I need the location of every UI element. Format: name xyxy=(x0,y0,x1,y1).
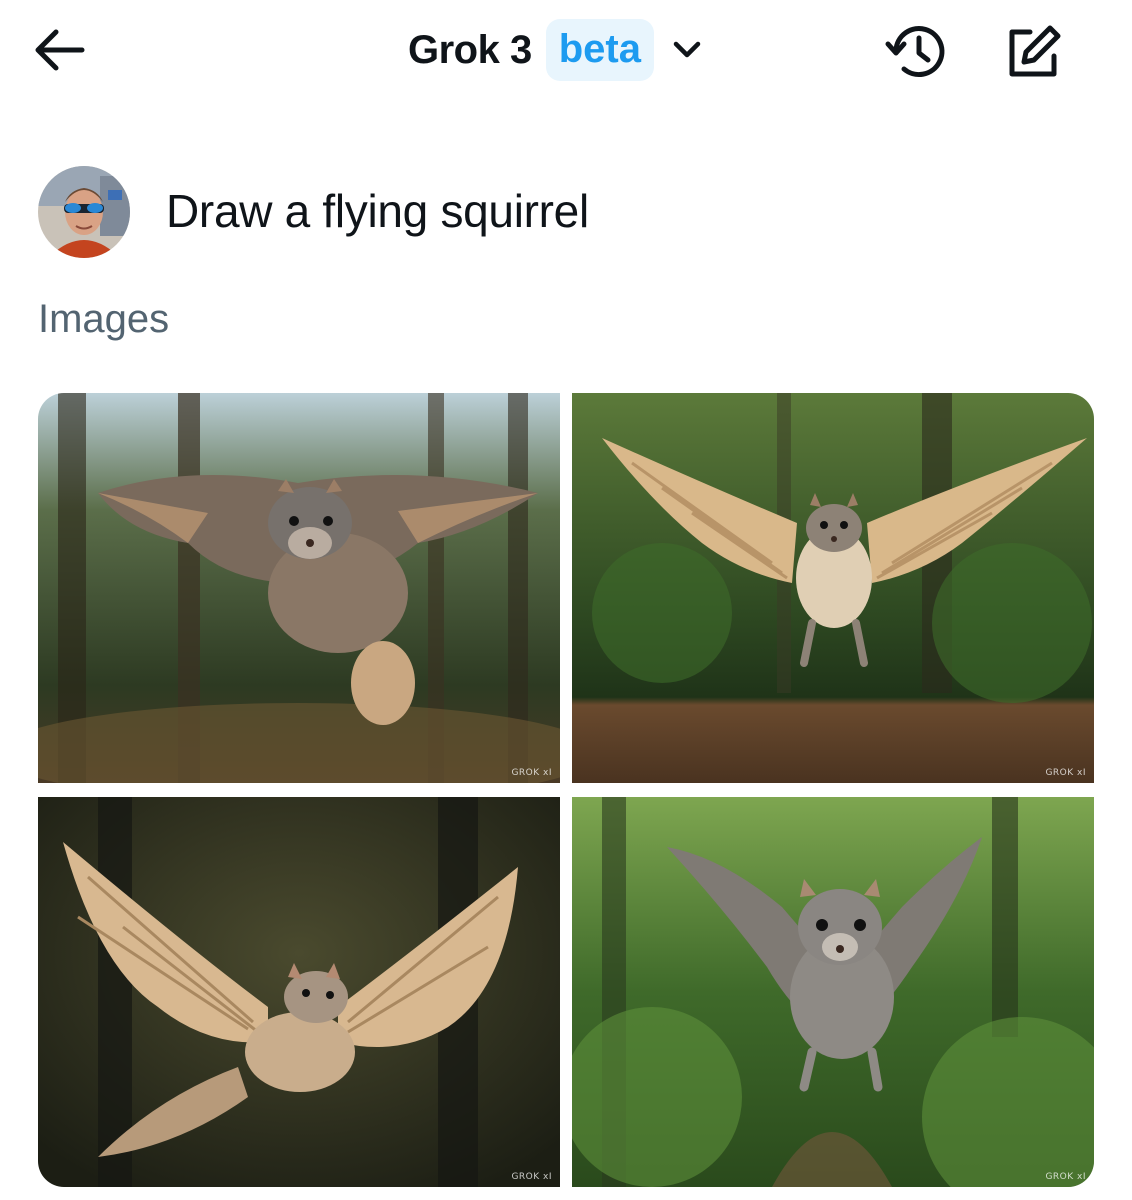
chevron-down-icon xyxy=(673,41,701,58)
images-section-label: Images xyxy=(38,297,170,341)
generated-image-3[interactable]: GROK ⅹI xyxy=(38,797,560,1187)
user-prompt: Draw a flying squirrel xyxy=(166,185,589,237)
generated-image-2[interactable]: GROK ⅹI xyxy=(572,393,1094,783)
history-button[interactable] xyxy=(884,20,950,84)
image-watermark: GROK ⅹI xyxy=(1045,1172,1086,1182)
image-grid: GROK ⅹI GROK ⅹI GROK ⅹI GROK ⅹI xyxy=(38,393,1094,1187)
winged-squirrel-image xyxy=(38,797,560,1187)
new-chat-button[interactable] xyxy=(1000,20,1066,84)
flying-squirrel-image xyxy=(572,797,1094,1187)
user-avatar[interactable] xyxy=(38,166,130,258)
compose-icon xyxy=(1009,25,1061,77)
arrow-left-icon xyxy=(35,29,85,71)
back-button[interactable] xyxy=(28,22,92,78)
flying-squirrel-image xyxy=(38,393,560,783)
avatar-photo xyxy=(38,166,130,258)
generated-image-1[interactable]: GROK ⅹI xyxy=(38,393,560,783)
image-watermark: GROK ⅹI xyxy=(1045,768,1086,778)
history-icon xyxy=(885,26,945,78)
generated-image-4[interactable]: GROK ⅹI xyxy=(572,797,1094,1187)
model-name: Grok 3 xyxy=(408,27,532,72)
beta-badge: beta xyxy=(545,19,654,81)
image-watermark: GROK ⅹI xyxy=(511,1172,552,1182)
winged-squirrel-image xyxy=(572,393,1094,783)
model-selector[interactable]: Grok 3 beta xyxy=(408,18,704,82)
image-watermark: GROK ⅹI xyxy=(511,768,552,778)
top-bar: Grok 3 beta xyxy=(0,0,1132,110)
